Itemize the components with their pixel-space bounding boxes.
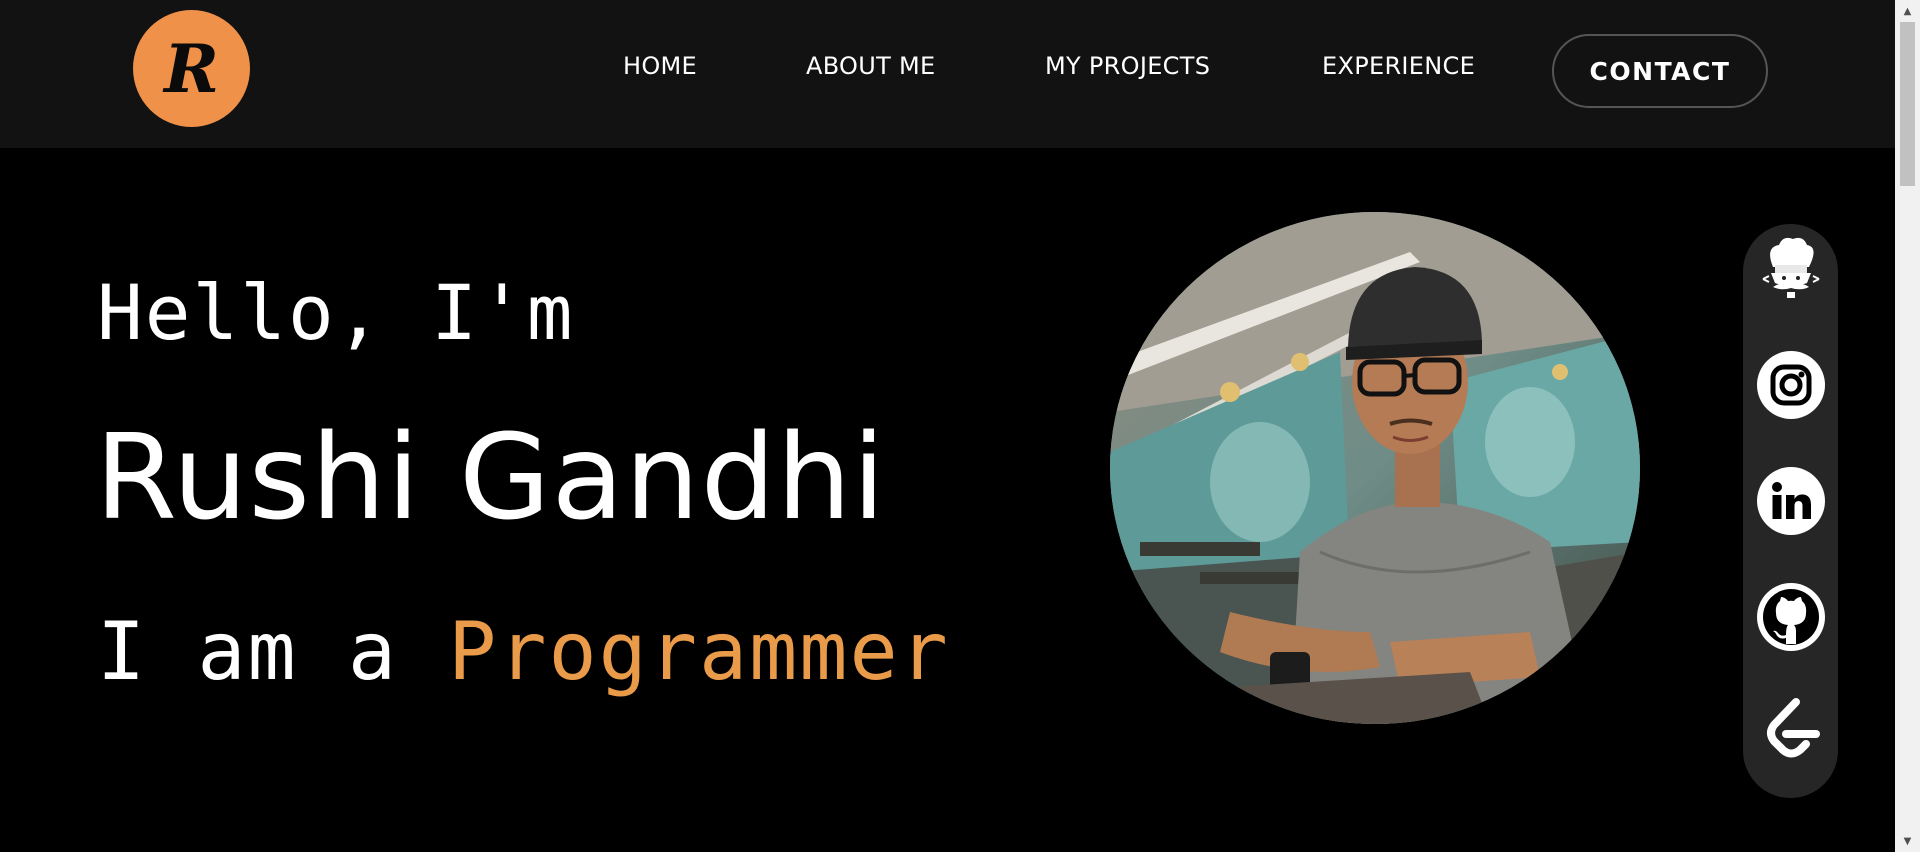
nav-home[interactable]: HOME <box>623 52 697 80</box>
page-scrollbar[interactable]: ▲ ▼ <box>1895 0 1920 852</box>
linkedin-link[interactable] <box>1756 466 1826 540</box>
codechef-link[interactable] <box>1756 235 1826 305</box>
nav-my-projects[interactable]: MY PROJECTS <box>1045 52 1210 80</box>
leetcode-icon <box>1756 698 1826 772</box>
instagram-icon <box>1756 350 1826 424</box>
role-prefix: I am a <box>97 605 449 698</box>
logo-letter: R <box>164 29 219 108</box>
logo[interactable]: R <box>133 10 250 127</box>
instagram-link[interactable] <box>1756 350 1826 424</box>
github-link[interactable] <box>1756 582 1826 656</box>
hero-name: Rushi Gandhi <box>95 408 887 546</box>
social-bar <box>1743 224 1838 798</box>
nav-about-me[interactable]: ABOUT ME <box>806 52 935 80</box>
page: R HOME ABOUT ME MY PROJECTS EXPERIENCE C… <box>0 0 1920 852</box>
navbar: R HOME ABOUT ME MY PROJECTS EXPERIENCE C… <box>0 0 1895 148</box>
scroll-down-icon[interactable]: ▼ <box>1895 832 1920 850</box>
nav-experience[interactable]: EXPERIENCE <box>1322 52 1475 80</box>
greeting-text: Hello, I'm <box>97 268 575 357</box>
profile-photo <box>1110 212 1640 724</box>
scroll-thumb[interactable] <box>1900 22 1915 186</box>
leetcode-link[interactable] <box>1756 698 1826 772</box>
contact-button[interactable]: CONTACT <box>1552 34 1768 108</box>
github-icon <box>1756 582 1826 656</box>
linkedin-icon <box>1756 466 1826 540</box>
codechef-icon <box>1759 233 1823 307</box>
scroll-up-icon[interactable]: ▲ <box>1895 2 1920 20</box>
role-line: I am a Programmer <box>97 605 950 698</box>
role-word: Programmer <box>448 605 950 698</box>
